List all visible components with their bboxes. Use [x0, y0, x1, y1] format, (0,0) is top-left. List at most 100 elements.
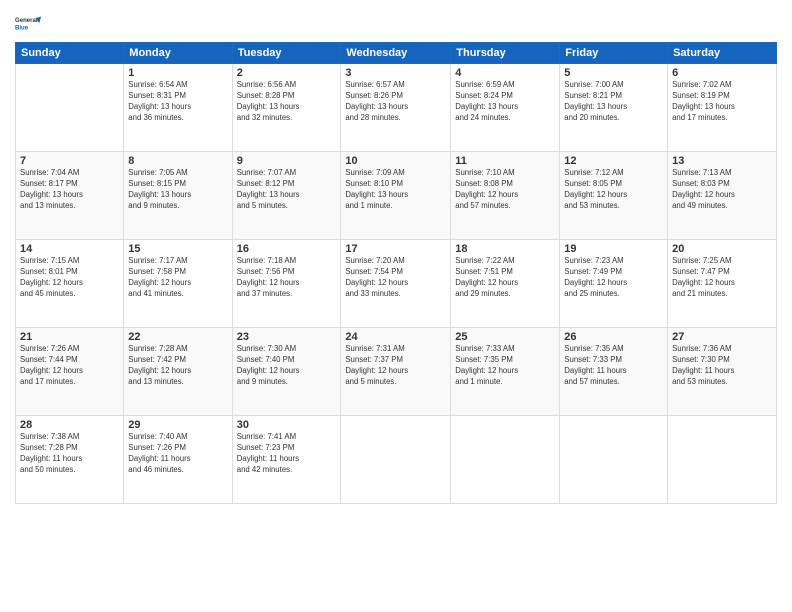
day-info: Sunrise: 7:07 AM Sunset: 8:12 PM Dayligh…	[237, 168, 337, 212]
day-info: Sunrise: 7:04 AM Sunset: 8:17 PM Dayligh…	[20, 168, 119, 212]
day-cell: 15Sunrise: 7:17 AM Sunset: 7:58 PM Dayli…	[124, 240, 232, 328]
day-number: 4	[455, 67, 555, 79]
day-info: Sunrise: 7:33 AM Sunset: 7:35 PM Dayligh…	[455, 344, 555, 388]
weekday-header-monday: Monday	[124, 43, 232, 64]
day-number: 1	[128, 67, 227, 79]
svg-text:Blue: Blue	[15, 26, 29, 32]
day-number: 8	[128, 155, 227, 167]
day-number: 3	[345, 67, 446, 79]
day-cell	[451, 416, 560, 504]
day-info: Sunrise: 7:40 AM Sunset: 7:26 PM Dayligh…	[128, 432, 227, 476]
day-info: Sunrise: 7:38 AM Sunset: 7:28 PM Dayligh…	[20, 432, 119, 476]
week-row-1: 1Sunrise: 6:54 AM Sunset: 8:31 PM Daylig…	[16, 64, 777, 152]
day-info: Sunrise: 7:12 AM Sunset: 8:05 PM Dayligh…	[564, 168, 663, 212]
day-cell: 1Sunrise: 6:54 AM Sunset: 8:31 PM Daylig…	[124, 64, 232, 152]
day-info: Sunrise: 7:02 AM Sunset: 8:19 PM Dayligh…	[672, 80, 772, 124]
day-number: 23	[237, 331, 337, 343]
day-cell: 14Sunrise: 7:15 AM Sunset: 8:01 PM Dayli…	[16, 240, 124, 328]
day-number: 2	[237, 67, 337, 79]
day-cell: 2Sunrise: 6:56 AM Sunset: 8:28 PM Daylig…	[232, 64, 341, 152]
day-cell: 5Sunrise: 7:00 AM Sunset: 8:21 PM Daylig…	[560, 64, 668, 152]
day-cell: 8Sunrise: 7:05 AM Sunset: 8:15 PM Daylig…	[124, 152, 232, 240]
logo-icon: General Blue	[15, 10, 43, 38]
day-cell: 3Sunrise: 6:57 AM Sunset: 8:26 PM Daylig…	[341, 64, 451, 152]
day-cell: 13Sunrise: 7:13 AM Sunset: 8:03 PM Dayli…	[668, 152, 777, 240]
day-cell: 23Sunrise: 7:30 AM Sunset: 7:40 PM Dayli…	[232, 328, 341, 416]
day-cell: 4Sunrise: 6:59 AM Sunset: 8:24 PM Daylig…	[451, 64, 560, 152]
weekday-header-friday: Friday	[560, 43, 668, 64]
day-cell: 26Sunrise: 7:35 AM Sunset: 7:33 PM Dayli…	[560, 328, 668, 416]
day-cell: 20Sunrise: 7:25 AM Sunset: 7:47 PM Dayli…	[668, 240, 777, 328]
day-info: Sunrise: 7:09 AM Sunset: 8:10 PM Dayligh…	[345, 168, 446, 212]
day-cell: 29Sunrise: 7:40 AM Sunset: 7:26 PM Dayli…	[124, 416, 232, 504]
day-number: 19	[564, 243, 663, 255]
logo: General Blue	[15, 10, 43, 38]
day-number: 5	[564, 67, 663, 79]
day-cell	[341, 416, 451, 504]
day-number: 10	[345, 155, 446, 167]
day-info: Sunrise: 7:05 AM Sunset: 8:15 PM Dayligh…	[128, 168, 227, 212]
day-number: 30	[237, 419, 337, 431]
day-cell: 12Sunrise: 7:12 AM Sunset: 8:05 PM Dayli…	[560, 152, 668, 240]
day-info: Sunrise: 7:15 AM Sunset: 8:01 PM Dayligh…	[20, 256, 119, 300]
day-cell: 22Sunrise: 7:28 AM Sunset: 7:42 PM Dayli…	[124, 328, 232, 416]
day-cell: 25Sunrise: 7:33 AM Sunset: 7:35 PM Dayli…	[451, 328, 560, 416]
day-info: Sunrise: 7:23 AM Sunset: 7:49 PM Dayligh…	[564, 256, 663, 300]
day-cell: 7Sunrise: 7:04 AM Sunset: 8:17 PM Daylig…	[16, 152, 124, 240]
day-info: Sunrise: 7:00 AM Sunset: 8:21 PM Dayligh…	[564, 80, 663, 124]
day-info: Sunrise: 7:30 AM Sunset: 7:40 PM Dayligh…	[237, 344, 337, 388]
weekday-header-tuesday: Tuesday	[232, 43, 341, 64]
day-number: 7	[20, 155, 119, 167]
day-number: 21	[20, 331, 119, 343]
day-number: 9	[237, 155, 337, 167]
day-number: 15	[128, 243, 227, 255]
weekday-header-sunday: Sunday	[16, 43, 124, 64]
day-info: Sunrise: 7:28 AM Sunset: 7:42 PM Dayligh…	[128, 344, 227, 388]
day-cell: 24Sunrise: 7:31 AM Sunset: 7:37 PM Dayli…	[341, 328, 451, 416]
day-number: 6	[672, 67, 772, 79]
week-row-3: 14Sunrise: 7:15 AM Sunset: 8:01 PM Dayli…	[16, 240, 777, 328]
week-row-5: 28Sunrise: 7:38 AM Sunset: 7:28 PM Dayli…	[16, 416, 777, 504]
day-number: 26	[564, 331, 663, 343]
day-info: Sunrise: 7:17 AM Sunset: 7:58 PM Dayligh…	[128, 256, 227, 300]
svg-text:General: General	[15, 18, 38, 24]
day-number: 27	[672, 331, 772, 343]
day-cell: 27Sunrise: 7:36 AM Sunset: 7:30 PM Dayli…	[668, 328, 777, 416]
day-cell	[16, 64, 124, 152]
day-info: Sunrise: 7:26 AM Sunset: 7:44 PM Dayligh…	[20, 344, 119, 388]
day-cell: 11Sunrise: 7:10 AM Sunset: 8:08 PM Dayli…	[451, 152, 560, 240]
day-info: Sunrise: 7:18 AM Sunset: 7:56 PM Dayligh…	[237, 256, 337, 300]
day-number: 24	[345, 331, 446, 343]
day-cell: 10Sunrise: 7:09 AM Sunset: 8:10 PM Dayli…	[341, 152, 451, 240]
day-cell	[668, 416, 777, 504]
weekday-header-thursday: Thursday	[451, 43, 560, 64]
day-info: Sunrise: 7:22 AM Sunset: 7:51 PM Dayligh…	[455, 256, 555, 300]
day-cell: 21Sunrise: 7:26 AM Sunset: 7:44 PM Dayli…	[16, 328, 124, 416]
day-cell: 6Sunrise: 7:02 AM Sunset: 8:19 PM Daylig…	[668, 64, 777, 152]
day-info: Sunrise: 7:25 AM Sunset: 7:47 PM Dayligh…	[672, 256, 772, 300]
day-cell: 18Sunrise: 7:22 AM Sunset: 7:51 PM Dayli…	[451, 240, 560, 328]
day-info: Sunrise: 7:41 AM Sunset: 7:23 PM Dayligh…	[237, 432, 337, 476]
day-cell: 19Sunrise: 7:23 AM Sunset: 7:49 PM Dayli…	[560, 240, 668, 328]
day-info: Sunrise: 6:54 AM Sunset: 8:31 PM Dayligh…	[128, 80, 227, 124]
day-number: 14	[20, 243, 119, 255]
day-cell	[560, 416, 668, 504]
day-number: 11	[455, 155, 555, 167]
day-info: Sunrise: 7:10 AM Sunset: 8:08 PM Dayligh…	[455, 168, 555, 212]
weekday-header-row: SundayMondayTuesdayWednesdayThursdayFrid…	[16, 43, 777, 64]
calendar-table: SundayMondayTuesdayWednesdayThursdayFrid…	[15, 42, 777, 504]
day-info: Sunrise: 7:36 AM Sunset: 7:30 PM Dayligh…	[672, 344, 772, 388]
day-number: 22	[128, 331, 227, 343]
weekday-header-saturday: Saturday	[668, 43, 777, 64]
day-number: 18	[455, 243, 555, 255]
day-cell: 28Sunrise: 7:38 AM Sunset: 7:28 PM Dayli…	[16, 416, 124, 504]
day-number: 28	[20, 419, 119, 431]
day-number: 20	[672, 243, 772, 255]
day-number: 17	[345, 243, 446, 255]
week-row-4: 21Sunrise: 7:26 AM Sunset: 7:44 PM Dayli…	[16, 328, 777, 416]
day-cell: 30Sunrise: 7:41 AM Sunset: 7:23 PM Dayli…	[232, 416, 341, 504]
day-info: Sunrise: 7:35 AM Sunset: 7:33 PM Dayligh…	[564, 344, 663, 388]
day-info: Sunrise: 7:31 AM Sunset: 7:37 PM Dayligh…	[345, 344, 446, 388]
day-number: 29	[128, 419, 227, 431]
day-cell: 16Sunrise: 7:18 AM Sunset: 7:56 PM Dayli…	[232, 240, 341, 328]
